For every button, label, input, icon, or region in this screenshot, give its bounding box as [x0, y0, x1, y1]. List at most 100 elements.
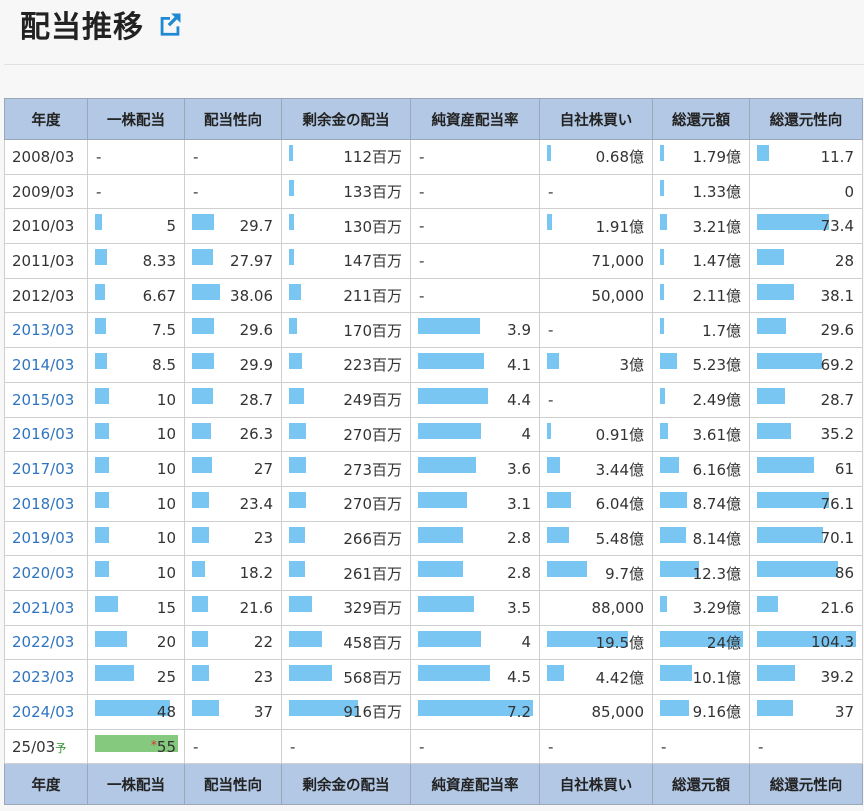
total-return-cell: 9.16億	[652, 694, 750, 730]
total-return-ratio-cell: 61	[749, 451, 863, 487]
payout-ratio-cell: 21.6	[184, 589, 282, 626]
value-bar	[547, 665, 564, 682]
buyback-cell: -	[539, 728, 653, 765]
year-link[interactable]: 2015/03	[12, 391, 74, 409]
cell-value: 8.33	[142, 251, 176, 270]
year-link[interactable]: 2022/03	[12, 633, 74, 651]
payout-ratio-cell: 38.06	[184, 277, 282, 314]
cell-value: 3.1	[507, 494, 531, 513]
table-row: 2014/03 8.5 29.9 223百万 4.1 3億 5.23億 69.2	[4, 347, 863, 383]
value-bar	[757, 387, 785, 404]
cell-value: 1.91億	[595, 217, 644, 236]
doe-cell: 2.8	[410, 555, 540, 591]
value-bar	[289, 387, 304, 404]
cell-value: 29.6	[239, 321, 273, 340]
year-cell[interactable]: 2017/03	[4, 451, 88, 487]
payout-ratio-cell: 22	[184, 624, 282, 661]
dividend-per-share-cell: 15	[87, 589, 185, 626]
value-bar	[547, 353, 559, 370]
value-bar	[660, 214, 667, 231]
total-return-ratio-cell: 28.7	[749, 381, 863, 418]
doe-cell: 3.6	[410, 451, 540, 487]
cell-value: 6.67	[142, 286, 176, 305]
year-cell: 2012/03	[4, 277, 88, 314]
cell-value: 29.9	[239, 355, 273, 374]
dividend-per-share-cell: *55	[87, 728, 185, 765]
year-link[interactable]: 2023/03	[12, 668, 74, 686]
year-cell[interactable]: 2020/03	[4, 555, 88, 591]
year-link[interactable]: 2024/03	[12, 703, 74, 721]
cell-value: 4.1	[507, 355, 531, 374]
dividend-per-share-cell: 20	[87, 624, 185, 661]
column-footer-year: 年度	[4, 763, 88, 806]
value-bar	[547, 422, 551, 439]
surplus-dividend-cell: 133百万	[281, 173, 411, 210]
cell-value: 50,000	[591, 286, 645, 305]
payout-ratio-cell: 37	[184, 694, 282, 730]
value-bar	[192, 457, 212, 474]
value-bar	[418, 630, 481, 647]
cell-value: 6.04億	[595, 495, 644, 514]
value-bar	[95, 457, 109, 474]
value-bar	[660, 526, 686, 543]
year-cell[interactable]: 2015/03	[4, 381, 88, 418]
value-bar	[289, 665, 332, 682]
total-return-cell: 6.16億	[652, 451, 750, 487]
total-return-ratio-cell: 29.6	[749, 312, 863, 349]
total-return-ratio-cell: 86	[749, 555, 863, 591]
buyback-cell: 5.48億	[539, 520, 653, 557]
cell-value: 170百万	[343, 321, 402, 340]
table-row: 2018/03 10 23.4 270百万 3.1 6.04億 8.74億 76.1	[4, 485, 863, 522]
forecast-row: 25/03予 *55- - - - - -	[4, 728, 863, 765]
value-bar	[418, 665, 490, 682]
year-cell[interactable]: 2019/03	[4, 520, 88, 557]
surplus-dividend-cell: 270百万	[281, 416, 411, 453]
year-cell[interactable]: 2014/03	[4, 347, 88, 383]
value-bar	[757, 491, 829, 508]
cell-value: 28.7	[239, 390, 273, 409]
doe-cell: 4	[410, 624, 540, 661]
value-bar	[757, 422, 791, 439]
payout-ratio-cell: 29.6	[184, 312, 282, 349]
year-link[interactable]: 2014/03	[12, 356, 74, 374]
total-return-cell: 10.1億	[652, 659, 750, 695]
value-bar	[757, 353, 822, 370]
cell-value: 916百万	[343, 703, 402, 722]
year-link[interactable]: 2018/03	[12, 495, 74, 513]
year-link[interactable]: 2016/03	[12, 425, 74, 443]
cell-value: 28	[834, 251, 854, 270]
year-cell[interactable]: 2018/03	[4, 485, 88, 522]
surplus-dividend-cell: 112百万	[281, 139, 411, 175]
total-return-cell: 8.14億	[652, 520, 750, 557]
value-bar	[418, 561, 463, 578]
cell-value: 70.1	[820, 529, 854, 548]
cell-value: 147百万	[343, 252, 402, 271]
cell-value: 249百万	[343, 391, 402, 410]
payout-ratio-cell: -	[184, 173, 282, 210]
year-cell[interactable]: 2021/03	[4, 589, 88, 626]
year-cell[interactable]: 2022/03	[4, 624, 88, 661]
table-row: 2013/03 7.5 29.6 170百万 3.9- 1.7億 29.6	[4, 312, 863, 349]
year-link[interactable]: 2013/03	[12, 321, 74, 339]
value-bar	[660, 457, 679, 474]
year-cell[interactable]: 2023/03	[4, 659, 88, 695]
dividend-per-share-cell: 10	[87, 520, 185, 557]
table-row: 2022/03 20 22 458百万 4 19.5億 24億 104.3	[4, 624, 863, 661]
year-cell[interactable]: 2024/03	[4, 694, 88, 730]
value-bar	[660, 353, 677, 370]
doe-cell: 3.9	[410, 312, 540, 349]
dividend-per-share-cell: -	[87, 139, 185, 175]
buyback-cell: 6.04億	[539, 485, 653, 522]
year-link[interactable]: 2019/03	[12, 529, 74, 547]
year-link[interactable]: 2020/03	[12, 564, 74, 582]
cell-value: 27	[253, 460, 273, 479]
value-bar	[95, 353, 107, 370]
external-link-icon[interactable]	[156, 10, 184, 38]
year-link[interactable]: 2021/03	[12, 599, 74, 617]
year-cell[interactable]: 2013/03	[4, 312, 88, 349]
cell-value: 3.9	[507, 321, 531, 340]
dividend-per-share-cell: 10	[87, 416, 185, 453]
year-link[interactable]: 2017/03	[12, 460, 74, 478]
year-cell[interactable]: 2016/03	[4, 416, 88, 453]
value-bar	[418, 387, 488, 404]
